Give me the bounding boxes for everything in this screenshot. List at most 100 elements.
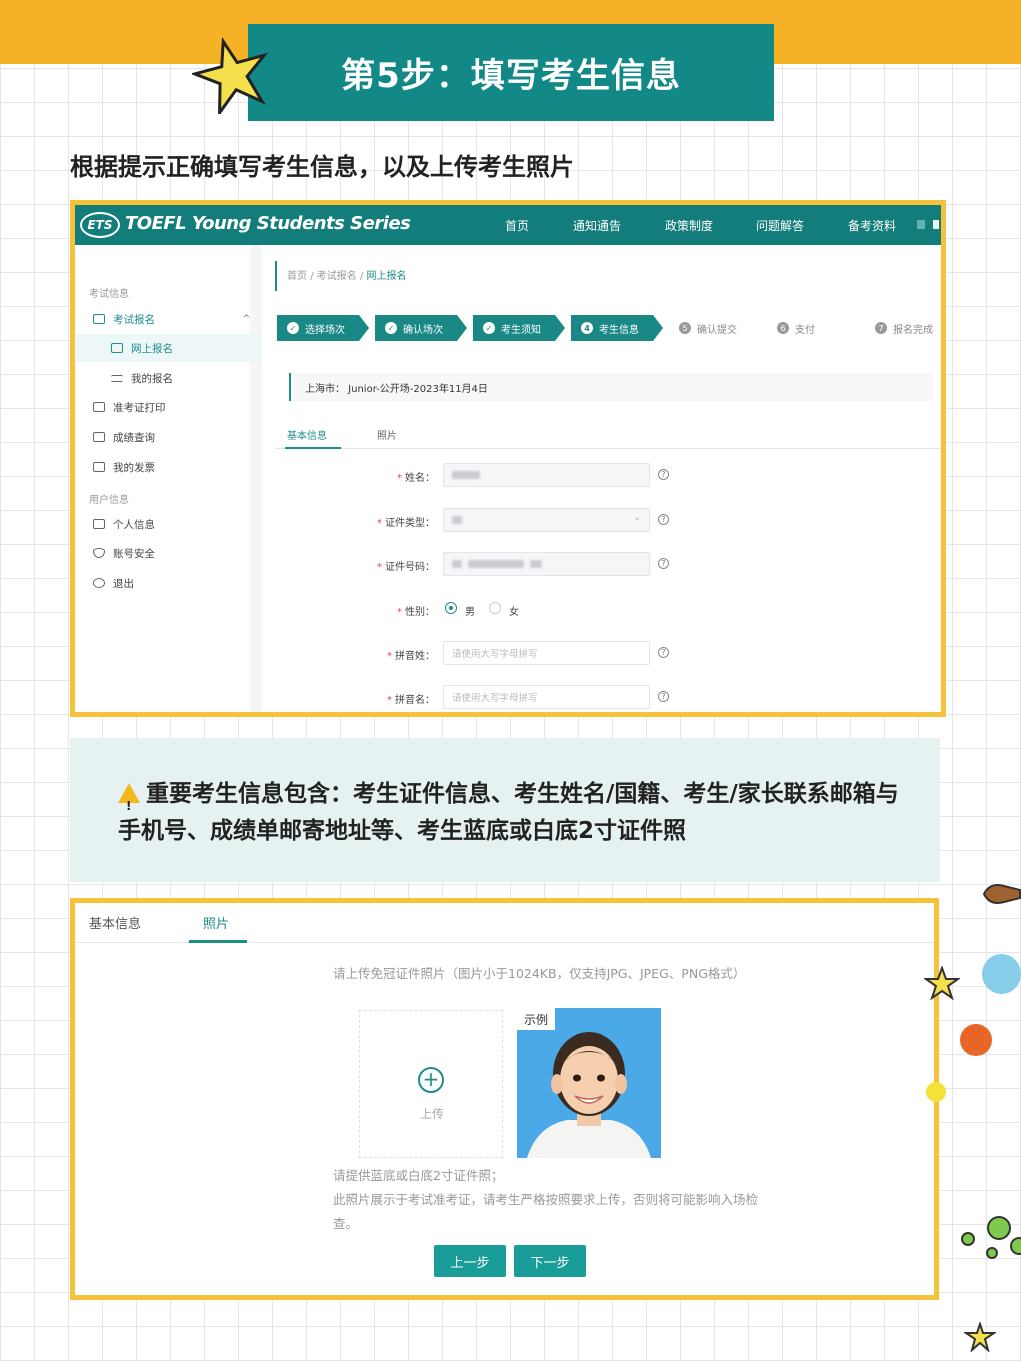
- help-icon[interactable]: ?: [658, 691, 669, 702]
- photo-upload-screenshot: 基本信息 照片 请上传免冠证件照片（图片小于1024KB，仅支持JPG、JPEG…: [70, 898, 939, 1300]
- step-label: 报名完成: [893, 324, 933, 336]
- label-text: 拼音名：: [395, 695, 435, 706]
- nav-policy[interactable]: 政策制度: [665, 217, 713, 234]
- step-confirm-submit: 5 确认提交: [679, 315, 737, 341]
- id-type-select[interactable]: ⌄: [443, 508, 650, 532]
- example-label: 示例: [517, 1008, 555, 1030]
- step-label: 选择场次: [305, 324, 345, 336]
- label-text: 姓名：: [405, 473, 435, 484]
- nav-materials[interactable]: 备考资料: [848, 217, 896, 234]
- sidebar: 考试信息 考试报名 ^ 网上报名 我的报名 准考证打印 成绩查询 我的发票 用户…: [75, 245, 262, 712]
- id-number-input[interactable]: [443, 552, 650, 576]
- sidebar-item-score-query[interactable]: 成绩查询: [75, 423, 262, 451]
- redacted-value: [452, 560, 462, 568]
- small-star-icon: [924, 966, 960, 1001]
- step-label: 确认提交: [697, 324, 737, 336]
- tab-basic-info[interactable]: 基本信息: [287, 427, 327, 442]
- sidebar-item-label: 账号安全: [113, 547, 155, 560]
- id-type-label: * 证件类型：: [275, 514, 435, 529]
- green-dots-icon: [961, 1216, 1021, 1259]
- pinyin-first-input[interactable]: 请使用大写字母拼写: [443, 685, 650, 709]
- star-icon: [192, 36, 269, 114]
- nav-faq[interactable]: 问题解答: [756, 217, 804, 234]
- sidebar-item-profile[interactable]: 个人信息: [75, 510, 262, 538]
- tab-basic-info[interactable]: 基本信息: [89, 913, 141, 932]
- sidebar-item-label: 成绩查询: [113, 431, 155, 444]
- exam-session-info: 上海市： Junior-公开场-2023年11月4日: [289, 373, 933, 401]
- sidebar-item-admission-print[interactable]: 准考证打印: [75, 393, 262, 421]
- form-icon: [111, 343, 123, 353]
- prev-step-button[interactable]: 上一步: [434, 1245, 506, 1277]
- main-content: 首页 / 考试报名 / 网上报名 ✓ 选择场次 ✓ 确认场次 ✓ 考生须知 4 考生信息…: [275, 245, 941, 712]
- site-topbar: ETS TOEFL Young Students Series 首页 通知通告 …: [75, 205, 941, 245]
- required-mark: *: [387, 651, 392, 662]
- check-icon: ✓: [483, 322, 495, 334]
- next-step-button[interactable]: 下一步: [514, 1245, 586, 1277]
- step-select-session: ✓ 选择场次: [277, 315, 369, 341]
- step-number-icon: 7: [875, 322, 887, 334]
- shield-icon: [93, 548, 105, 558]
- tab-photo[interactable]: 照片: [203, 913, 229, 932]
- step-number-icon: 5: [679, 322, 691, 334]
- edit-icon: [93, 314, 105, 324]
- required-mark: *: [397, 473, 402, 484]
- breadcrumb-level2[interactable]: 考试报名: [317, 271, 357, 282]
- check-icon: ✓: [287, 322, 299, 334]
- sidebar-item-label: 准考证打印: [113, 401, 166, 414]
- step-candidate-info: 4 考生信息: [571, 315, 663, 341]
- pinyin-last-input[interactable]: 请使用大写字母拼写: [443, 641, 650, 665]
- help-icon[interactable]: ?: [658, 469, 669, 480]
- bottom-star-icon: [964, 1322, 996, 1352]
- step-complete: 7 报名完成: [875, 315, 933, 341]
- sidebar-exam-head: 考试信息: [89, 289, 129, 300]
- plus-circle-icon: +: [418, 1067, 444, 1093]
- ets-logo: ETS: [80, 212, 120, 238]
- user-avatar[interactable]: [917, 220, 925, 229]
- name-input[interactable]: [443, 463, 650, 487]
- pinyin-first-label: * 拼音名：: [275, 691, 435, 706]
- gender-label: * 性别：: [275, 603, 435, 618]
- breadcrumb-home[interactable]: 首页: [287, 271, 307, 282]
- label-text: 证件号码：: [385, 562, 435, 573]
- required-mark: *: [377, 518, 382, 529]
- nav-home[interactable]: 首页: [505, 217, 529, 234]
- sidebar-item-logout[interactable]: 退出: [75, 569, 262, 597]
- warning-icon: !: [118, 783, 140, 813]
- redacted-value: [468, 560, 524, 568]
- user-menu-icon[interactable]: [933, 220, 939, 229]
- required-mark: *: [387, 695, 392, 706]
- gender-female-label: 女: [509, 607, 519, 618]
- help-icon[interactable]: ?: [658, 558, 669, 569]
- yellow-dot-icon: [926, 1082, 946, 1102]
- printer-icon: [93, 402, 105, 412]
- notice-text: ! 重要考生信息包含：考生证件信息、考生姓名/国籍、考生/家长联系邮箱与手机号、成…: [118, 776, 918, 850]
- sidebar-item-online-registration[interactable]: 网上报名: [75, 334, 262, 362]
- sidebar-item-exam-registration[interactable]: 考试报名 ^: [75, 305, 262, 333]
- sidebar-item-my-registration[interactable]: 我的报名: [75, 364, 262, 392]
- breadcrumb-current: 网上报名: [366, 271, 407, 282]
- step-label: 考生须知: [501, 324, 541, 336]
- photo-note-line1: 请提供蓝底或白底2寸证件照；: [333, 1168, 504, 1183]
- sidebar-item-account-security[interactable]: 账号安全: [75, 539, 262, 567]
- gender-male-radio[interactable]: [445, 602, 457, 614]
- sidebar-item-invoice[interactable]: 我的发票: [75, 453, 262, 481]
- photo-upload-area[interactable]: + 上传: [359, 1010, 503, 1158]
- form-tabs: 基本信息 照片: [275, 417, 941, 449]
- warning-mark: !: [126, 799, 132, 813]
- help-icon[interactable]: ?: [658, 647, 669, 658]
- sidebar-item-label: 我的报名: [131, 372, 173, 385]
- orange-dot-icon: [960, 1024, 992, 1056]
- redacted-value: [452, 516, 462, 524]
- photo-note-line3: 查。: [333, 1216, 359, 1231]
- sidebar-item-label: 网上报名: [131, 342, 173, 355]
- brush-icon: [982, 884, 1021, 904]
- tab-photo[interactable]: 照片: [377, 427, 397, 442]
- id-card-icon: [93, 519, 105, 529]
- nav-notices[interactable]: 通知通告: [573, 217, 621, 234]
- help-icon[interactable]: ?: [658, 514, 669, 525]
- gender-female-radio[interactable]: [489, 602, 501, 614]
- step-confirm-session: ✓ 确认场次: [375, 315, 467, 341]
- label-text: 性别：: [405, 607, 435, 618]
- redacted-value: [452, 471, 480, 479]
- active-tab-indicator: [189, 940, 247, 943]
